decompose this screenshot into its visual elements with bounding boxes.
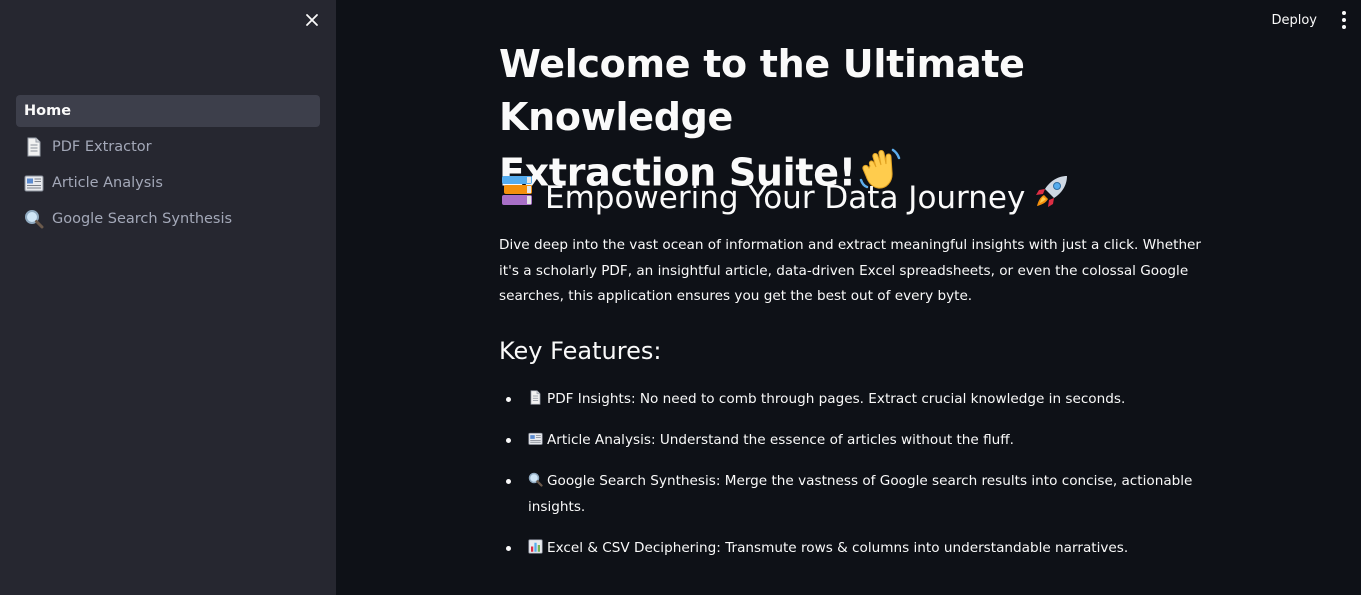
sidebar-item-label: Google Search Synthesis bbox=[52, 211, 233, 227]
bullet bbox=[506, 479, 511, 484]
kebab-dot-icon bbox=[1342, 25, 1346, 29]
list-item: PDF Insights: No need to comb through pa… bbox=[499, 386, 1204, 412]
magnifying-glass-icon bbox=[24, 209, 44, 229]
feature-text: Excel & CSV Deciphering: Transmute rows … bbox=[547, 540, 1129, 556]
bullet bbox=[506, 397, 511, 402]
rocket-icon bbox=[1033, 172, 1071, 223]
app-root: Home PDF Extractor Article Analysis Goog… bbox=[0, 0, 1361, 595]
list-item: Google Search Synthesis: Merge the vastn… bbox=[499, 468, 1204, 520]
magnifying-glass-icon bbox=[528, 470, 543, 487]
newspaper-icon bbox=[24, 173, 44, 193]
page-facing-up-icon bbox=[528, 388, 543, 405]
close-sidebar-button[interactable] bbox=[301, 9, 323, 31]
list-item: Article Analysis: Understand the essence… bbox=[499, 427, 1204, 453]
features-heading: Key Features: bbox=[499, 337, 662, 365]
kebab-dot-icon bbox=[1342, 18, 1346, 22]
sidebar-item-label: Article Analysis bbox=[52, 175, 163, 191]
sidebar-item-article-analysis[interactable]: Article Analysis bbox=[16, 167, 320, 199]
top-toolbar: Deploy bbox=[1261, 0, 1361, 40]
sidebar-item-google-search-synthesis[interactable]: Google Search Synthesis bbox=[16, 203, 320, 235]
bar-chart-icon bbox=[528, 537, 543, 554]
page-facing-up-icon bbox=[24, 137, 44, 157]
sidebar-item-home[interactable]: Home bbox=[16, 95, 320, 127]
feature-text: Google Search Synthesis: Merge the vastn… bbox=[528, 473, 1193, 515]
page-title-line1: Welcome to the Ultimate Knowledge bbox=[499, 42, 1025, 139]
feature-text: Article Analysis: Understand the essence… bbox=[547, 432, 1014, 448]
list-item: Excel & CSV Deciphering: Transmute rows … bbox=[499, 535, 1204, 561]
sidebar-item-label: PDF Extractor bbox=[52, 139, 152, 155]
feature-text: PDF Insights: No need to comb through pa… bbox=[547, 391, 1126, 407]
newspaper-icon bbox=[528, 429, 543, 445]
section-subtitle: Empowering Your Data Journey bbox=[499, 172, 1219, 223]
bullet bbox=[506, 546, 511, 551]
sidebar-item-label: Home bbox=[24, 103, 72, 119]
sidebar-item-pdf-extractor[interactable]: PDF Extractor bbox=[16, 131, 320, 163]
kebab-dot-icon bbox=[1342, 11, 1346, 15]
sidebar: Home PDF Extractor Article Analysis Goog… bbox=[0, 0, 336, 595]
main-menu-button[interactable] bbox=[1339, 10, 1349, 30]
deploy-button[interactable]: Deploy bbox=[1261, 9, 1327, 32]
books-icon bbox=[499, 172, 537, 223]
bullet bbox=[506, 438, 511, 443]
intro-paragraph: Dive deep into the vast ocean of informa… bbox=[499, 237, 1202, 305]
close-icon bbox=[306, 14, 318, 26]
features-list: PDF Insights: No need to comb through pa… bbox=[499, 386, 1204, 576]
section-subtitle-text: Empowering Your Data Journey bbox=[545, 179, 1026, 216]
sidebar-nav: Home PDF Extractor Article Analysis Goog… bbox=[16, 95, 320, 239]
